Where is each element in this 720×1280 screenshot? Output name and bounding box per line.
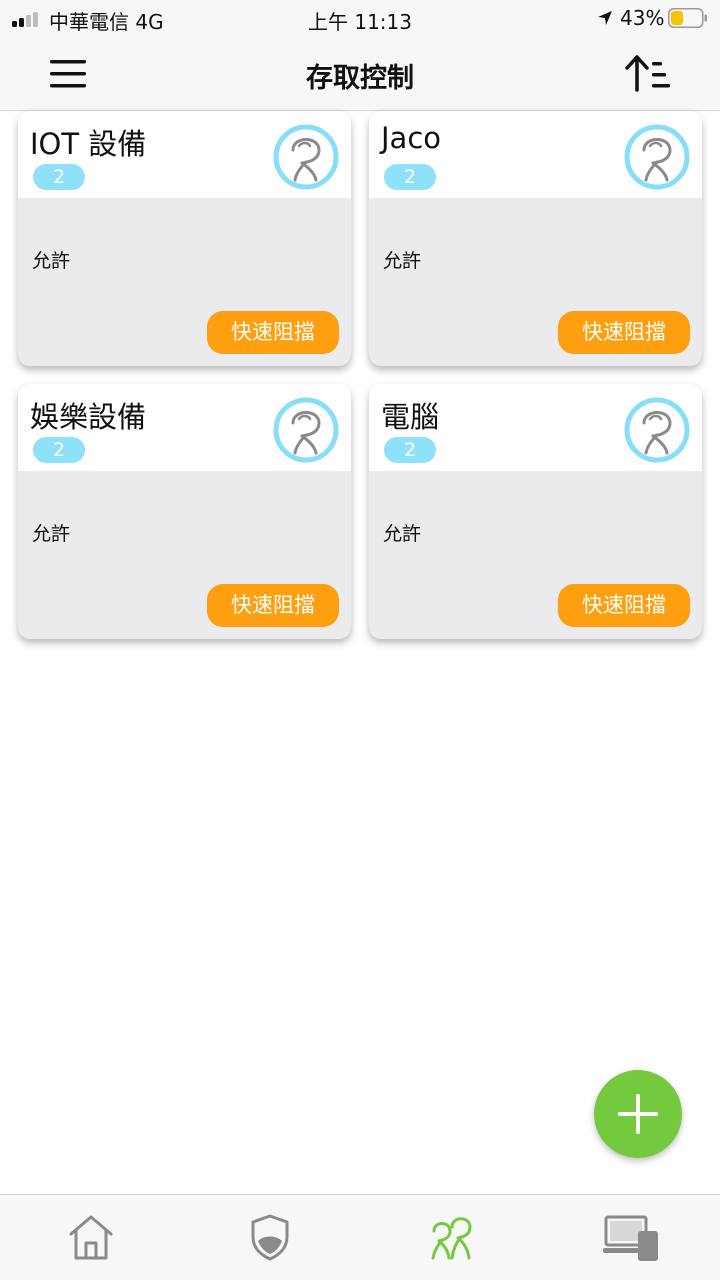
tab-devices[interactable] [540,1195,720,1280]
page-title: 存取控制 [306,63,414,94]
card-header: 娛樂設備 2 [18,384,351,471]
shield-icon [251,1214,289,1261]
profiles-icon [431,1217,472,1260]
profile-name: 電腦 [381,400,440,434]
tab-home[interactable] [0,1195,180,1280]
app-header: 存取控制 [0,36,720,111]
quick-block-button[interactable]: 快速阻擋 [558,584,690,627]
card-header: 電腦 2 [369,384,702,471]
card-header: IOT 設備 2 [18,111,351,198]
tab-security[interactable] [180,1195,360,1280]
sort-ascending-icon[interactable] [620,50,676,98]
access-status: 允許 [383,250,422,272]
location-arrow-icon [598,11,612,25]
card-header: Jaco 2 [369,111,702,198]
battery-percent: 43% [620,6,665,30]
profile-name: Jaco [381,121,442,155]
profile-card-entertainment[interactable]: 娛樂設備 2 允許 快速阻擋 [18,384,351,639]
quick-block-button[interactable]: 快速阻擋 [207,311,339,354]
profile-avatar-icon [273,397,339,463]
devices-icon [603,1215,658,1261]
device-count-badge: 2 [384,164,436,190]
access-status: 允許 [32,523,71,545]
battery-icon [668,8,707,28]
profile-name: 娛樂設備 [30,400,147,434]
device-count-badge: 2 [33,437,85,463]
profile-avatar-icon [624,124,690,190]
status-bar: 中華電信 4G 上午 11:13 43% [0,0,720,36]
tab-profiles[interactable] [360,1195,540,1280]
access-status: 允許 [32,250,71,272]
quick-block-button[interactable]: 快速阻擋 [207,584,339,627]
home-icon [69,1215,113,1260]
access-status: 允許 [383,523,422,545]
device-count-badge: 2 [33,164,85,190]
profile-card-iot[interactable]: IOT 設備 2 允許 快速阻擋 [18,111,351,366]
profile-avatar-icon [273,124,339,190]
quick-block-button[interactable]: 快速阻擋 [558,311,690,354]
profile-card-computer[interactable]: 電腦 2 允許 快速阻擋 [369,384,702,639]
profile-card-jaco[interactable]: Jaco 2 允許 快速阻擋 [369,111,702,366]
profile-avatar-icon [624,397,690,463]
device-count-badge: 2 [384,437,436,463]
profile-name: IOT 設備 [30,127,147,161]
bottom-tab-bar [0,1194,720,1280]
add-profile-button[interactable] [594,1070,682,1158]
plus-icon [618,1094,658,1134]
